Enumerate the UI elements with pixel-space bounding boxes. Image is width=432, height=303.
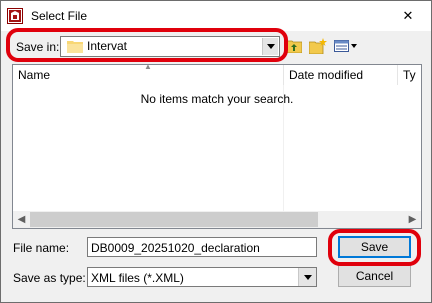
up-folder-icon: [286, 40, 302, 53]
title-bar: Select File ✕: [1, 1, 431, 31]
chevron-down-icon[interactable]: [298, 268, 316, 286]
file-name-field[interactable]: DB0009_20251020_declaration: [87, 237, 317, 257]
save-as-type-value: XML files (*.XML): [91, 271, 184, 285]
new-folder-icon: [309, 38, 327, 54]
scroll-right-icon[interactable]: ▶: [404, 211, 421, 228]
horizontal-scrollbar[interactable]: ◀ ▶: [13, 211, 421, 228]
sort-arrow-icon: ▲: [144, 64, 152, 71]
empty-message: No items match your search.: [140, 92, 294, 106]
new-folder-button[interactable]: [308, 35, 328, 57]
file-list[interactable]: Name ▲ Date modified Ty No items match y…: [12, 64, 422, 229]
highlight-save-button: [328, 229, 421, 266]
save-as-type-dropdown[interactable]: XML files (*.XML): [87, 267, 317, 287]
scroll-left-icon[interactable]: ◀: [13, 211, 30, 228]
view-menu-icon: [334, 40, 357, 52]
save-as-type-label: Save as type:: [13, 271, 86, 285]
close-button[interactable]: ✕: [385, 1, 431, 31]
cancel-button[interactable]: Cancel: [338, 265, 411, 287]
file-name-label: File name:: [13, 241, 70, 255]
column-header-name[interactable]: Name ▲: [13, 65, 284, 85]
column-header-type[interactable]: Ty: [398, 65, 421, 85]
highlight-save-in: [6, 28, 288, 62]
app-icon: [7, 8, 23, 24]
column-header-date-modified[interactable]: Date modified: [284, 65, 398, 85]
view-menu-button[interactable]: [333, 35, 359, 57]
close-icon: ✕: [402, 8, 414, 23]
scrollbar-thumb[interactable]: [30, 212, 318, 227]
select-file-dialog: Select File ✕ Save in: Intervat Name ▲ D…: [0, 0, 432, 303]
file-name-value: DB0009_20251020_declaration: [91, 241, 260, 255]
window-title: Select File: [31, 9, 88, 23]
